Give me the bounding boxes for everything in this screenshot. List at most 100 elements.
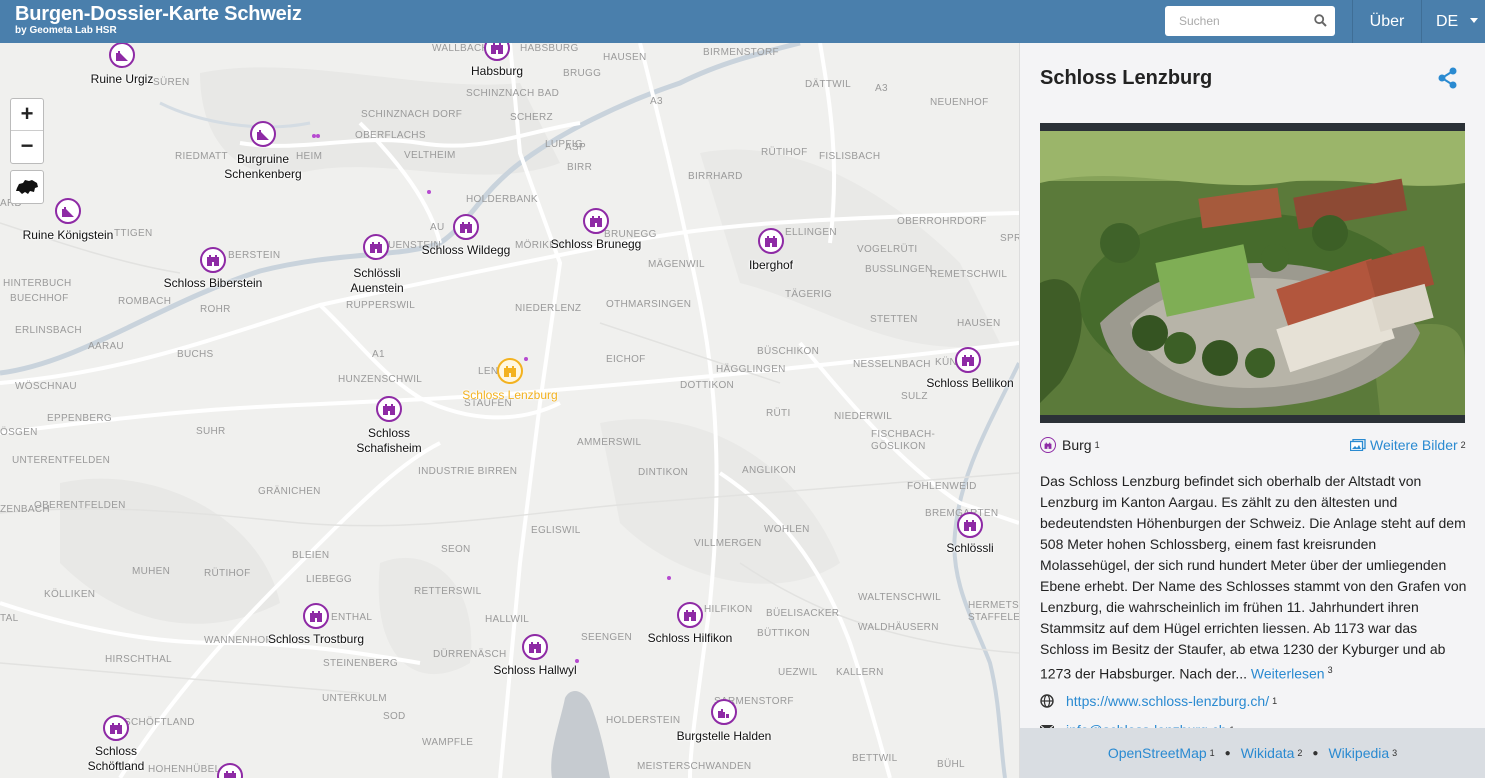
source-ref: 3 [1392,748,1398,758]
share-icon[interactable] [1438,67,1458,94]
castle-label[interactable]: Schloss Hilfikon [648,631,733,646]
castle-icon [529,642,541,653]
castle-photo[interactable] [1040,123,1465,423]
castle-label[interactable]: Burgstelle Halden [677,729,772,744]
castle-label[interactable]: Schloss Biberstein [164,276,263,291]
place-label: STAFFELE [968,612,1019,623]
castle-label[interactable]: Schloss Brunegg [551,237,642,252]
place-label: BÜSCHIKON [757,346,820,357]
place-label: NIEDERLENZ [515,303,582,314]
castle-marker[interactable] [55,198,81,224]
castle-marker[interactable] [677,602,703,628]
search-box[interactable] [1165,6,1335,36]
place-label: BÜHL [937,759,965,770]
place-label: KALLERN [836,667,884,678]
place-label: BRUGG [563,68,602,79]
castle-type-label: Burg [1062,437,1092,453]
castle-marker[interactable] [103,715,129,741]
place-label: BUCHS [177,349,214,360]
castle-marker[interactable] [200,247,226,273]
source-ref: 1 [1209,748,1215,758]
chevron-down-icon[interactable] [1470,18,1478,23]
source-ref: 1 [1094,440,1100,450]
castle-marker[interactable] [957,512,983,538]
source-link-wikidata[interactable]: Wikidata [1241,745,1295,761]
castle-label-selected[interactable]: Schloss Lenzburg [462,388,557,403]
app-title[interactable]: Burgen-Dossier-Karte Schweiz [15,3,302,26]
castle-marker[interactable] [453,214,479,240]
place-label: TÄGERIG [785,289,833,300]
castle-label[interactable]: Schloss Hallwyl [493,663,576,678]
more-images-label[interactable]: Weitere Bilder [1370,437,1458,453]
place-label: BETTWIL [852,753,898,764]
castle-label[interactable]: Schlössli [946,541,993,556]
castle-icon [765,236,777,247]
search-icon[interactable] [1314,14,1327,32]
place-label: HAUSEN [603,52,647,63]
map-point[interactable] [667,576,671,580]
castle-label[interactable]: Schloss Bellikon [926,376,1013,391]
source-link-openstreetmap[interactable]: OpenStreetMap [1108,745,1207,761]
castle-label[interactable]: Schloss Wildegg [422,243,511,258]
place-label: HOLDERSTEIN [606,715,681,726]
castle-marker[interactable] [303,603,329,629]
description-text: Das Schloss Lenzburg befindet sich oberh… [1040,473,1467,682]
castle-icon [684,610,696,621]
ruin-icon [718,709,729,718]
place-label: BIRMENSTORF [703,47,779,58]
place-label: A1 [372,349,385,360]
website-link[interactable]: https://www.schloss-lenzburg.ch/ [1066,693,1269,709]
castle-icon [962,355,974,366]
map-view[interactable]: WALLBACH HABSBURG HAUSEN BIRMENSTORF SÜR… [0,43,1019,778]
castle-marker[interactable] [955,347,981,373]
castle-marker[interactable] [109,43,135,68]
castle-marker[interactable] [711,699,737,725]
castle-marker[interactable] [376,396,402,422]
separator-dot: ● [1224,747,1231,759]
place-label: OBERENTFELDEN [34,500,126,511]
place-label: VILLMERGEN [694,538,762,549]
castle-label[interactable]: Ruine Urgiz [91,72,154,87]
place-label: HIRSCHTHAL [105,654,172,665]
castle-label[interactable]: Iberghof [749,258,793,273]
map-point[interactable] [524,357,528,361]
place-label: AU [430,222,445,233]
place-label: HINTERBUCH [3,278,72,289]
place-label: SUHR [196,426,226,437]
castle-marker[interactable] [363,234,389,260]
castle-label[interactable]: Schlössli Auenstein [342,266,412,296]
place-label: RÜTIHOF [761,147,808,158]
castle-icon [504,366,516,377]
source-ref: 2 [1460,440,1466,450]
castle-label[interactable]: Schloss Schafisheim [354,426,424,456]
castle-marker-selected[interactable] [497,358,523,384]
castle-aerial-image [1040,131,1465,415]
castle-marker[interactable] [250,121,276,147]
castle-label[interactable]: Habsburg [471,64,523,79]
map-point[interactable] [427,190,431,194]
zoom-in-button[interactable]: + [11,99,43,131]
source-link-wikipedia[interactable]: Wikipedia [1328,745,1389,761]
about-link[interactable]: Über [1352,0,1422,43]
place-label: DÄTTWIL [805,79,851,90]
castle-marker[interactable] [758,228,784,254]
more-images-link[interactable]: Weitere Bilder 2 [1350,437,1466,453]
castle-icon [370,242,382,253]
map-point[interactable] [316,134,320,138]
castle-label[interactable]: Burgruine Schenkenberg [218,152,308,182]
castle-label[interactable]: Ruine Königstein [23,228,114,243]
zoom-out-button[interactable]: − [11,131,43,162]
place-label: WÖSCHNAU [15,381,77,392]
castle-marker[interactable] [522,634,548,660]
search-input[interactable] [1177,13,1311,29]
language-selector[interactable]: DE [1436,0,1458,43]
read-more-link[interactable]: Weiterlesen [1251,666,1325,682]
zoom-control: + − [10,98,44,164]
castle-label[interactable]: Schloss Schöftland [81,744,151,774]
castle-marker[interactable] [583,208,609,234]
castle-label[interactable]: Schloss Trostburg [268,632,364,647]
reset-view-button[interactable] [10,170,44,204]
place-label: HAUSEN [957,318,1001,329]
place-label: RÜTI [766,408,791,419]
castle-icon [383,404,395,415]
